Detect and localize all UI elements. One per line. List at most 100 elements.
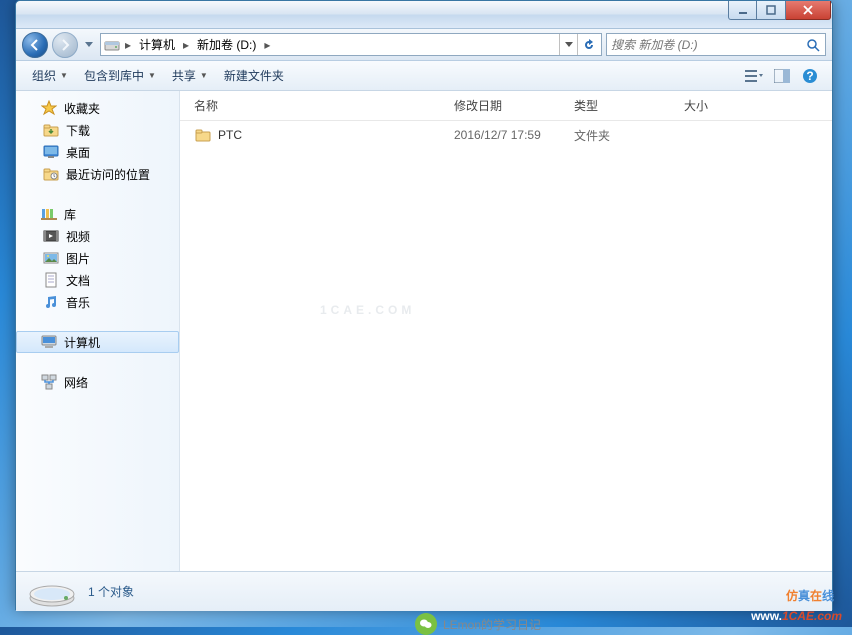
svg-text:?: ? — [806, 69, 813, 83]
breadcrumb-arrow[interactable]: ▸ — [179, 34, 193, 55]
sidebar-item-label: 视频 — [66, 228, 90, 245]
address-dropdown-icon[interactable] — [559, 34, 577, 55]
libraries-group: ▷ 库 视频 图片 文档 音乐 — [16, 203, 179, 313]
sidebar-item-label: 文档 — [66, 272, 90, 289]
chevron-down-icon: ▼ — [148, 71, 156, 80]
search-icon[interactable] — [805, 38, 821, 52]
help-button[interactable]: ? — [796, 64, 824, 88]
watermark-url-text: 1CAE — [782, 609, 814, 623]
include-in-library-menu[interactable]: 包含到库中 ▼ — [76, 63, 164, 88]
column-headers: 名称 修改日期 类型 大小 — [180, 91, 832, 121]
network-label: 网络 — [64, 374, 88, 391]
downloads-icon — [42, 121, 60, 139]
sidebar-favorites-header[interactable]: ▷ 收藏夹 — [16, 97, 179, 119]
back-button[interactable] — [22, 32, 48, 58]
pictures-icon — [42, 249, 60, 267]
navigation-pane[interactable]: ▷ 收藏夹 下载 桌面 最近访问的位置 — [16, 91, 180, 571]
organize-menu[interactable]: 组织 ▼ — [24, 63, 76, 88]
breadcrumb-item-drive[interactable]: 新加卷 (D:) — [193, 34, 260, 55]
preview-pane-button[interactable] — [768, 64, 796, 88]
sidebar-item-documents[interactable]: 文档 — [16, 269, 179, 291]
status-bar: 1 个对象 — [16, 571, 832, 611]
breadcrumb-root-arrow[interactable]: ▸ — [121, 34, 135, 55]
column-name[interactable]: 名称 — [188, 95, 448, 116]
breadcrumb: ▸ 计算机 ▸ 新加卷 (D:) ▸ — [121, 34, 559, 55]
column-date[interactable]: 修改日期 — [448, 95, 568, 116]
sidebar-network-header[interactable]: ▷ 网络 — [16, 371, 179, 393]
address-bar[interactable]: ▸ 计算机 ▸ 新加卷 (D:) ▸ — [100, 33, 602, 56]
network-icon — [40, 373, 58, 391]
sidebar-item-label: 音乐 — [66, 294, 90, 311]
computer-group: ▷ 计算机 — [16, 331, 179, 353]
breadcrumb-item-computer[interactable]: 计算机 — [135, 34, 179, 55]
share-menu[interactable]: 共享 ▼ — [164, 63, 216, 88]
new-folder-button[interactable]: 新建文件夹 — [216, 63, 292, 88]
column-size[interactable]: 大小 — [678, 95, 758, 116]
body: ▷ 收藏夹 下载 桌面 最近访问的位置 — [16, 91, 832, 571]
content-pane: 名称 修改日期 类型 大小 PTC 2016/12/7 17:59 文件夹 1C… — [180, 91, 832, 571]
column-type[interactable]: 类型 — [568, 95, 678, 116]
history-dropdown-icon[interactable] — [82, 35, 96, 55]
music-icon — [42, 293, 60, 311]
star-icon — [40, 99, 58, 117]
sidebar-item-label: 下载 — [66, 122, 90, 139]
sidebar-item-label: 图片 — [66, 250, 90, 267]
toolbar: 组织 ▼ 包含到库中 ▼ 共享 ▼ 新建文件夹 ? — [16, 61, 832, 91]
wechat-icon — [415, 613, 437, 635]
favorites-group: ▷ 收藏夹 下载 桌面 最近访问的位置 — [16, 97, 179, 185]
navigation-bar: ▸ 计算机 ▸ 新加卷 (D:) ▸ — [16, 29, 832, 61]
minimize-button[interactable] — [728, 1, 757, 20]
chevron-down-icon: ▼ — [200, 71, 208, 80]
network-group: ▷ 网络 — [16, 371, 179, 393]
libraries-label: 库 — [64, 206, 76, 223]
libraries-icon — [40, 205, 58, 223]
computer-icon — [40, 333, 58, 351]
newfolder-label: 新建文件夹 — [224, 67, 284, 84]
sidebar-item-pictures[interactable]: 图片 — [16, 247, 179, 269]
file-type-cell: 文件夹 — [568, 125, 678, 146]
file-name: PTC — [218, 128, 242, 142]
chevron-down-icon: ▼ — [60, 71, 68, 80]
window-controls — [728, 1, 831, 20]
watermark-footer-text: LEmon的学习日记 — [443, 616, 541, 633]
sidebar-libraries-header[interactable]: ▷ 库 — [16, 203, 179, 225]
desktop-icon — [42, 143, 60, 161]
sidebar-item-videos[interactable]: 视频 — [16, 225, 179, 247]
documents-icon — [42, 271, 60, 289]
computer-label: 计算机 — [64, 334, 100, 351]
view-options-button[interactable] — [740, 64, 768, 88]
sidebar-item-music[interactable]: 音乐 — [16, 291, 179, 313]
search-input[interactable] — [611, 38, 805, 52]
organize-label: 组织 — [32, 67, 56, 84]
file-name-cell: PTC — [188, 124, 448, 146]
file-date-cell: 2016/12/7 17:59 — [448, 126, 568, 144]
file-list[interactable]: PTC 2016/12/7 17:59 文件夹 1CAE.COM — [180, 121, 832, 571]
drive-icon — [103, 38, 121, 52]
breadcrumb-arrow[interactable]: ▸ — [260, 34, 274, 55]
file-row[interactable]: PTC 2016/12/7 17:59 文件夹 — [188, 123, 824, 147]
sidebar-computer-header[interactable]: ▷ 计算机 — [16, 331, 179, 353]
sidebar-item-recent[interactable]: 最近访问的位置 — [16, 163, 179, 185]
sidebar-item-label: 桌面 — [66, 144, 90, 161]
maximize-button[interactable] — [757, 1, 786, 20]
status-text: 1 个对象 — [88, 583, 134, 600]
share-label: 共享 — [172, 67, 196, 84]
forward-button[interactable] — [52, 32, 78, 58]
recent-icon — [42, 165, 60, 183]
search-box[interactable] — [606, 33, 826, 56]
close-button[interactable] — [786, 1, 831, 20]
file-size-cell — [678, 133, 758, 137]
sidebar-item-desktop[interactable]: 桌面 — [16, 141, 179, 163]
favorites-label: 收藏夹 — [64, 100, 100, 117]
drive-large-icon — [28, 576, 76, 608]
watermark-corner-url: www.1CAE.com — [751, 607, 842, 625]
watermark-footer: LEmon的学习日记 — [415, 613, 541, 635]
folder-icon — [194, 126, 212, 144]
video-icon — [42, 227, 60, 245]
refresh-button[interactable] — [577, 34, 599, 55]
watermark-corner-cn: 仿真在线 — [786, 584, 834, 605]
sidebar-item-downloads[interactable]: 下载 — [16, 119, 179, 141]
sidebar-item-label: 最近访问的位置 — [66, 166, 150, 183]
titlebar — [16, 1, 832, 29]
watermark-center: 1CAE.COM — [320, 281, 415, 323]
